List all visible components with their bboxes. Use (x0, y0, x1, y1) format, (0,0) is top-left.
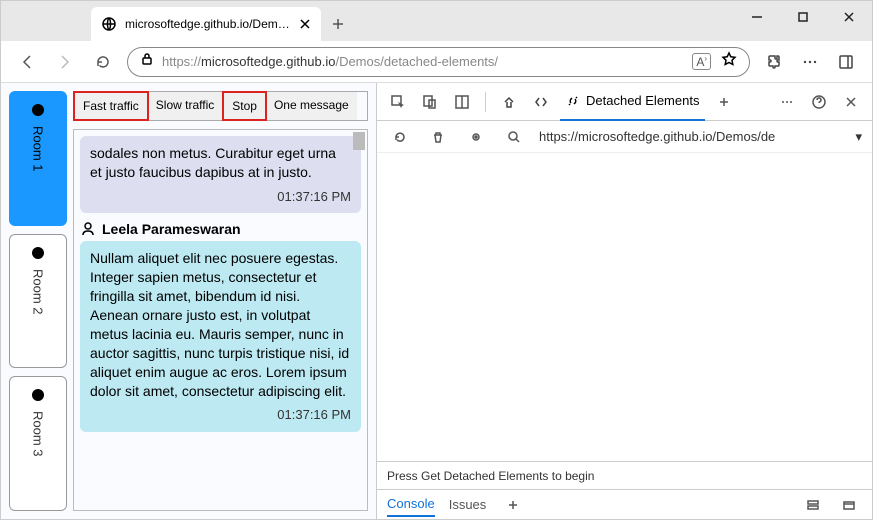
message-time: 01:37:16 PM (90, 182, 351, 206)
welcome-tab[interactable] (496, 83, 522, 121)
devtools-url-text: https://microsoftedge.github.io/Demos/de (539, 129, 843, 144)
forward-button[interactable] (51, 48, 79, 76)
room-label: Room 3 (31, 411, 46, 457)
room-label: Room 2 (31, 269, 46, 315)
message-body: sodales non metus. Curabitur eget urna e… (80, 136, 361, 213)
minimize-button[interactable] (734, 1, 780, 33)
dropdown-icon[interactable]: ▾ (855, 129, 862, 145)
chat-area: Fast trafficSlow trafficStopOne message … (73, 91, 376, 511)
devtools-status-text: Press Get Detached Elements to begin (387, 469, 594, 483)
message-author: Leela Parameswaran (80, 221, 361, 237)
drawer-more-button[interactable] (500, 492, 526, 518)
issues-tab[interactable]: Issues (449, 497, 487, 512)
console-tab[interactable]: Console (387, 496, 435, 517)
status-dot-icon (32, 389, 44, 401)
reading-mode-icon[interactable]: A› (692, 53, 711, 70)
get-elements-button[interactable] (387, 124, 413, 150)
traffic-button[interactable]: One message (266, 92, 357, 120)
maximize-button[interactable] (780, 1, 826, 33)
url-text: https://microsoftedge.github.io/Demos/de… (162, 54, 684, 69)
room-tab[interactable]: Room 2 (9, 234, 67, 369)
devtools-status-bar: Press Get Detached Elements to begin (377, 461, 872, 489)
message-time: 01:37:16 PM (90, 400, 351, 424)
detached-elements-tab[interactable]: Detached Elements (560, 83, 705, 121)
devtools-panel: Detached Elements https://microsoftedge.… (376, 83, 872, 519)
lock-icon (140, 52, 154, 71)
devtools-toolbar: https://microsoftedge.github.io/Demos/de… (377, 121, 872, 153)
traffic-toolbar: Fast trafficSlow trafficStopOne message (73, 91, 368, 121)
page: Room 1 Room 2 Room 3 Fast trafficSlow traf… (1, 83, 376, 519)
devtools-main (377, 153, 872, 461)
tab-title: microsoftedge.github.io/Demos/c (125, 17, 291, 31)
new-tab-button[interactable] (321, 7, 355, 41)
url-bar: https://microsoftedge.github.io/Demos/de… (1, 41, 872, 83)
close-icon[interactable] (299, 18, 311, 30)
devtools-dock-button[interactable] (449, 89, 475, 115)
devtools-help-button[interactable] (806, 89, 832, 115)
devtools-tabs: Detached Elements (377, 83, 872, 121)
search-button[interactable] (501, 124, 527, 150)
settings-menu-button[interactable] (796, 48, 824, 76)
scrollbar[interactable] (351, 130, 367, 510)
message: sodales non metus. Curabitur eget urna e… (80, 136, 361, 213)
inspect-element-button[interactable] (385, 89, 411, 115)
room-tab[interactable]: Room 3 (9, 376, 67, 511)
traffic-button[interactable]: Stop (222, 91, 267, 121)
traffic-button[interactable]: Fast traffic (73, 91, 149, 121)
globe-icon (101, 16, 117, 32)
drawer-settings-button[interactable] (800, 492, 826, 518)
devtools-drawer: Console Issues (377, 489, 872, 519)
back-button[interactable] (13, 48, 41, 76)
room-tab[interactable]: Room 1 (9, 91, 67, 226)
window-controls (734, 1, 872, 33)
browser-tab[interactable]: microsoftedge.github.io/Demos/c (91, 7, 321, 41)
status-dot-icon (32, 104, 44, 116)
scrollbar-thumb[interactable] (353, 132, 365, 150)
refresh-button[interactable] (89, 48, 117, 76)
window-close-button[interactable] (826, 1, 872, 33)
sidebar-toggle-button[interactable] (832, 48, 860, 76)
analyze-button[interactable] (463, 124, 489, 150)
room-label: Room 1 (31, 126, 46, 172)
detached-elements-tab-label: Detached Elements (586, 93, 699, 108)
status-dot-icon (32, 247, 44, 259)
extensions-button[interactable] (760, 48, 788, 76)
messages-panel: sodales non metus. Curabitur eget urna e… (73, 129, 368, 511)
message-body: Nullam aliquet elit nec posuere egestas.… (80, 241, 361, 432)
rooms-sidebar: Room 1 Room 2 Room 3 (9, 91, 73, 511)
drawer-collapse-button[interactable] (836, 492, 862, 518)
gc-button[interactable] (425, 124, 451, 150)
browser-titlebar: microsoftedge.github.io/Demos/c (1, 1, 872, 41)
favorite-icon[interactable] (721, 51, 737, 72)
message: Leela Parameswaran Nullam aliquet elit ne… (80, 221, 361, 432)
devtools-more-button[interactable] (774, 89, 800, 115)
content-area: Room 1 Room 2 Room 3 Fast trafficSlow traf… (1, 83, 872, 519)
elements-tab[interactable] (528, 83, 554, 121)
url-input[interactable]: https://microsoftedge.github.io/Demos/de… (127, 47, 750, 77)
traffic-button[interactable]: Slow traffic (148, 92, 223, 120)
devtools-close-button[interactable] (838, 89, 864, 115)
device-emulation-button[interactable] (417, 89, 443, 115)
more-tabs-button[interactable] (711, 89, 737, 115)
